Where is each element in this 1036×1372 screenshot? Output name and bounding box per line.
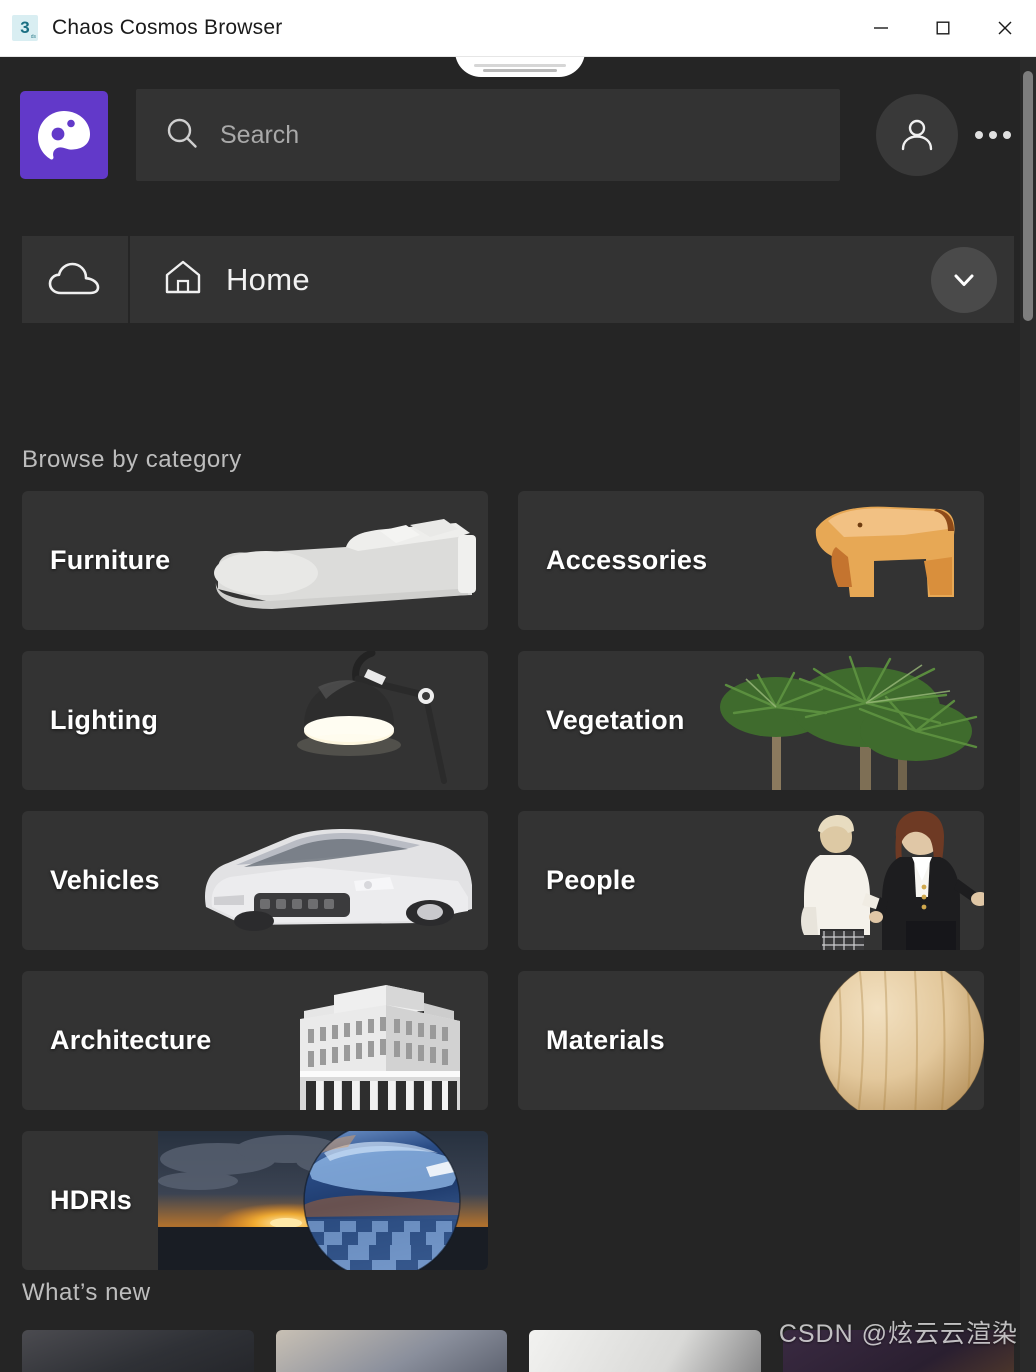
wood-elephant-thumbnail — [724, 491, 984, 630]
home-icon[interactable] — [162, 256, 204, 303]
breadcrumb-path: Home — [130, 236, 1014, 323]
vertical-scrollbar-thumb[interactable] — [1023, 71, 1033, 321]
category-card-architecture[interactable]: Architecture — [22, 971, 488, 1110]
section-title-whats-new: What’s new — [22, 1279, 151, 1306]
category-card-lighting[interactable]: Lighting — [22, 651, 488, 790]
category-card-materials[interactable]: Materials — [518, 971, 984, 1110]
dot — [1003, 131, 1011, 139]
wood-sphere-thumbnail — [724, 971, 984, 1110]
category-label: People — [546, 865, 636, 895]
whats-new-thumb-3[interactable] — [529, 1330, 761, 1372]
more-options-icon[interactable] — [966, 131, 1020, 139]
window-title-bar: 3 ds Chaos Cosmos Browser — [0, 0, 1036, 57]
category-grid: Furniture Accessories Lighting Vegetatio… — [22, 491, 1014, 1270]
category-label: Vehicles — [50, 865, 160, 895]
sedan-car-thumbnail — [158, 811, 488, 950]
category-label: Vegetation — [546, 705, 685, 735]
category-label: HDRIs — [50, 1185, 133, 1215]
user-avatar-icon[interactable] — [876, 94, 958, 176]
category-label: Architecture — [50, 1025, 212, 1055]
two-women-thumbnail — [724, 811, 984, 950]
window-controls — [850, 0, 1036, 56]
whats-new-thumb-1[interactable] — [22, 1330, 254, 1372]
close-button[interactable] — [974, 0, 1036, 56]
vertical-scrollbar-track[interactable] — [1020, 57, 1036, 1372]
cosmos-logo-icon[interactable] — [20, 91, 108, 179]
category-card-vegetation[interactable]: Vegetation — [518, 651, 984, 790]
chevron-down-icon — [954, 274, 974, 286]
whats-new-thumb-2[interactable] — [275, 1330, 507, 1372]
classical-building-thumbnail — [228, 971, 488, 1110]
dot — [975, 131, 983, 139]
app-icon-sub: ds — [30, 34, 36, 40]
drag-handle-line — [483, 69, 557, 72]
window-title: Chaos Cosmos Browser — [52, 16, 283, 39]
category-card-accessories[interactable]: Accessories — [518, 491, 984, 630]
category-label: Furniture — [50, 545, 171, 575]
category-card-people[interactable]: People — [518, 811, 984, 950]
category-card-furniture[interactable]: Furniture — [22, 491, 488, 630]
window-drag-handle[interactable] — [455, 57, 585, 77]
drag-handle-line — [474, 64, 566, 67]
watermark: CSDN @炫云云渲染 — [778, 1320, 1018, 1348]
minimize-button[interactable] — [850, 0, 912, 56]
category-label: Accessories — [546, 545, 708, 575]
category-label: Materials — [546, 1025, 665, 1055]
app-header — [0, 85, 1020, 185]
breadcrumb: Home — [22, 236, 1014, 323]
search-input[interactable] — [220, 120, 820, 150]
desk-lamp-thumbnail — [158, 651, 488, 790]
palm-trees-thumbnail — [654, 651, 984, 790]
dot — [989, 131, 997, 139]
category-card-hdris[interactable]: HDRIs — [22, 1131, 488, 1270]
cloud-icon[interactable] — [22, 236, 130, 323]
sunset-chrome-sphere-thumbnail — [158, 1131, 488, 1270]
section-title-categories: Browse by category — [22, 446, 242, 473]
app-icon-glyph: 3 — [20, 18, 30, 37]
maximize-button[interactable] — [912, 0, 974, 56]
sofa-thumbnail — [158, 491, 488, 630]
category-label: Lighting — [50, 705, 159, 735]
category-card-vehicles[interactable]: Vehicles — [22, 811, 488, 950]
breadcrumb-expand-button[interactable] — [931, 246, 997, 313]
search-bar[interactable] — [136, 89, 840, 181]
breadcrumb-label[interactable]: Home — [226, 262, 310, 298]
search-icon — [164, 115, 200, 156]
app-window-body: Home Browse by category Furniture — [0, 57, 1036, 1372]
3ds-max-icon: 3 ds — [12, 15, 38, 41]
